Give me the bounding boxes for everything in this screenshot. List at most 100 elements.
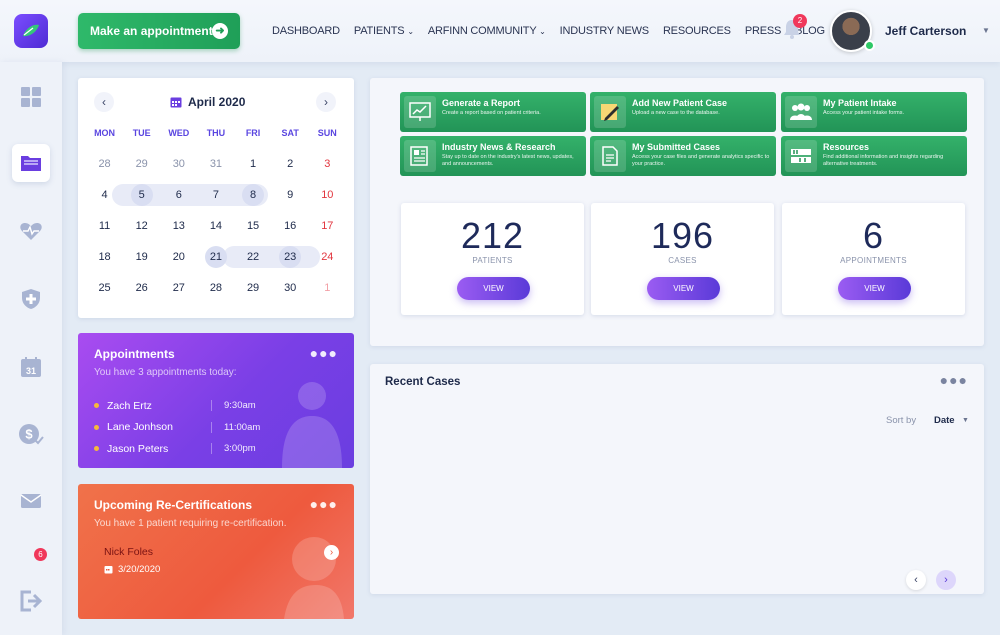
recertifications-more-icon[interactable]: ●●● xyxy=(310,496,338,512)
calendar-day[interactable]: 2 xyxy=(272,158,309,170)
calendar-month-title: April 2020 xyxy=(170,95,245,109)
calendar-day[interactable]: 28 xyxy=(197,282,234,294)
chevron-down-icon: ⌄ xyxy=(539,27,546,36)
appointment-time: 9:30am xyxy=(224,400,256,411)
calendar-day[interactable]: 6 xyxy=(160,189,197,201)
recertifications-title: Upcoming Re-Certifications xyxy=(94,498,252,512)
view-patients-button[interactable]: VIEW xyxy=(457,277,530,300)
sidebar-item-dashboard[interactable] xyxy=(12,78,50,116)
nav-arfinn-community[interactable]: ARFINN COMMUNITY ⌄ xyxy=(428,25,546,37)
appointment-item[interactable]: Jason Peters 3:00pm xyxy=(94,438,294,460)
calendar-day[interactable]: 10 xyxy=(309,189,346,201)
sidebar-item-logout[interactable] xyxy=(12,582,50,620)
calendar-small-icon xyxy=(104,565,113,574)
quick-action-patient-intake[interactable]: My Patient Intake Access your patient in… xyxy=(781,92,967,132)
recertifications-subtitle: You have 1 patient requiring re-certific… xyxy=(94,518,287,529)
bullet-dot-icon xyxy=(94,446,99,451)
recent-cases-panel: Recent Cases ●●● Sort by Date ▼ ‹ › xyxy=(370,364,984,594)
calendar-day[interactable]: 22 xyxy=(235,251,272,263)
quick-action-title: Generate a Report xyxy=(442,98,520,108)
sidebar-item-insurance[interactable] xyxy=(12,280,50,318)
recent-cases-more-icon[interactable]: ●●● xyxy=(940,372,968,388)
appointments-more-icon[interactable]: ●●● xyxy=(310,345,338,361)
calendar-day[interactable]: 14 xyxy=(197,220,234,232)
quick-action-add-patient-case[interactable]: Add New Patient Case Upload a new case t… xyxy=(590,92,776,132)
calendar-day[interactable]: 1 xyxy=(309,282,346,294)
calendar-week-row: 25 26 27 28 29 30 1 xyxy=(86,272,346,303)
dashboard-icon xyxy=(20,86,42,108)
calendar-day[interactable]: 11 xyxy=(86,220,123,232)
calendar-day[interactable]: 12 xyxy=(123,220,160,232)
sidebar-item-health[interactable] xyxy=(12,212,50,250)
quick-action-generate-report[interactable]: Generate a Report Create a report based … xyxy=(400,92,586,132)
calendar-day[interactable]: 18 xyxy=(86,251,123,263)
quick-action-submitted-cases[interactable]: My Submitted Cases Access your case file… xyxy=(590,136,776,176)
quick-action-resources[interactable]: Resources Find additional information an… xyxy=(781,136,967,176)
appointment-time: 11:00am xyxy=(224,422,260,433)
calendar-day[interactable]: 15 xyxy=(235,220,272,232)
calendar-day[interactable]: 25 xyxy=(86,282,123,294)
stat-label: CASES xyxy=(591,256,774,265)
quick-action-desc: Access your case files and generate anal… xyxy=(632,154,772,168)
calendar-day[interactable]: 29 xyxy=(123,158,160,170)
pagination-next-button[interactable]: › xyxy=(936,570,956,590)
calendar-day[interactable]: 26 xyxy=(123,282,160,294)
nav-patients[interactable]: PATIENTS ⌄ xyxy=(354,25,414,37)
svg-text:31: 31 xyxy=(26,366,36,376)
appointment-item[interactable]: Zach Ertz 9:30am xyxy=(94,395,294,417)
calendar-day[interactable]: 16 xyxy=(272,220,309,232)
sidebar-item-messages[interactable] xyxy=(12,482,50,520)
user-name[interactable]: Jeff Carterson xyxy=(885,24,966,38)
calendar-day[interactable]: 13 xyxy=(160,220,197,232)
calendar-day[interactable]: 29 xyxy=(235,282,272,294)
nav-press[interactable]: PRESS xyxy=(745,25,781,37)
pagination-prev-button[interactable]: ‹ xyxy=(906,570,926,590)
calendar-day[interactable]: 31 xyxy=(197,158,234,170)
weekday-label: WED xyxy=(160,128,197,138)
stat-value: 212 xyxy=(401,215,584,257)
calendar-day[interactable]: 30 xyxy=(160,158,197,170)
calendar-day[interactable]: 27 xyxy=(160,282,197,294)
nav-dashboard[interactable]: DASHBOARD xyxy=(272,25,340,37)
chevron-down-icon[interactable]: ▼ xyxy=(962,417,969,424)
calendar-day[interactable]: 4 xyxy=(86,189,123,201)
calendar-week-row: 18 19 20 21 22 23 24 xyxy=(86,241,346,272)
make-appointment-button[interactable]: Make an appointment ➜ xyxy=(78,13,240,49)
quick-action-desc: Access your patient intake forms. xyxy=(823,110,963,117)
app-logo[interactable] xyxy=(14,14,48,48)
calendar-day[interactable]: 9 xyxy=(272,189,309,201)
view-appointments-button[interactable]: VIEW xyxy=(838,277,911,300)
bullet-dot-icon xyxy=(94,403,99,408)
sidebar-item-calendar[interactable]: 31 xyxy=(12,348,50,386)
calendar-day[interactable]: 1 xyxy=(235,158,272,170)
calendar-day[interactable]: 7 xyxy=(197,189,234,201)
calendar-next-button[interactable]: › xyxy=(316,92,336,112)
calendar-day[interactable]: 3 xyxy=(309,158,346,170)
view-cases-button[interactable]: VIEW xyxy=(647,277,720,300)
recert-open-button[interactable]: › xyxy=(324,545,339,560)
weekday-label: MON xyxy=(86,128,123,138)
calendar-week-row: 11 12 13 14 15 16 17 xyxy=(86,210,346,241)
recert-patient-name[interactable]: Nick Foles xyxy=(104,546,153,558)
calendar-day[interactable]: 20 xyxy=(160,251,197,263)
sidebar-item-billing[interactable]: $ xyxy=(12,416,50,454)
calendar-day-highlighted[interactable]: 21 xyxy=(197,251,234,263)
calendar-day-highlighted[interactable]: 5 xyxy=(123,189,160,201)
calendar-day[interactable]: 28 xyxy=(86,158,123,170)
user-menu-caret-icon[interactable]: ▼ xyxy=(982,26,990,35)
calendar-day[interactable]: 17 xyxy=(309,220,346,232)
sort-by-select[interactable]: Date xyxy=(934,415,955,426)
nav-industry-news[interactable]: INDUSTRY NEWS xyxy=(560,25,649,37)
calendar-day[interactable]: 24 xyxy=(309,251,346,263)
quick-action-title: Industry News & Research xyxy=(442,142,556,152)
calendar-day-highlighted[interactable]: 8 xyxy=(235,189,272,201)
calendar-day[interactable]: 30 xyxy=(272,282,309,294)
appointment-item[interactable]: Lane Jonhson 11:00am xyxy=(94,417,294,439)
calendar-prev-button[interactable]: ‹ xyxy=(94,92,114,112)
calendar-day-highlighted[interactable]: 23 xyxy=(272,251,309,263)
quick-action-industry-news[interactable]: Industry News & Research Stay up to date… xyxy=(400,136,586,176)
sidebar-item-cases[interactable] xyxy=(12,144,50,182)
calendar-day[interactable]: 19 xyxy=(123,251,160,263)
nav-resources[interactable]: RESOURCES xyxy=(663,25,731,37)
messages-count-badge: 6 xyxy=(34,548,47,561)
